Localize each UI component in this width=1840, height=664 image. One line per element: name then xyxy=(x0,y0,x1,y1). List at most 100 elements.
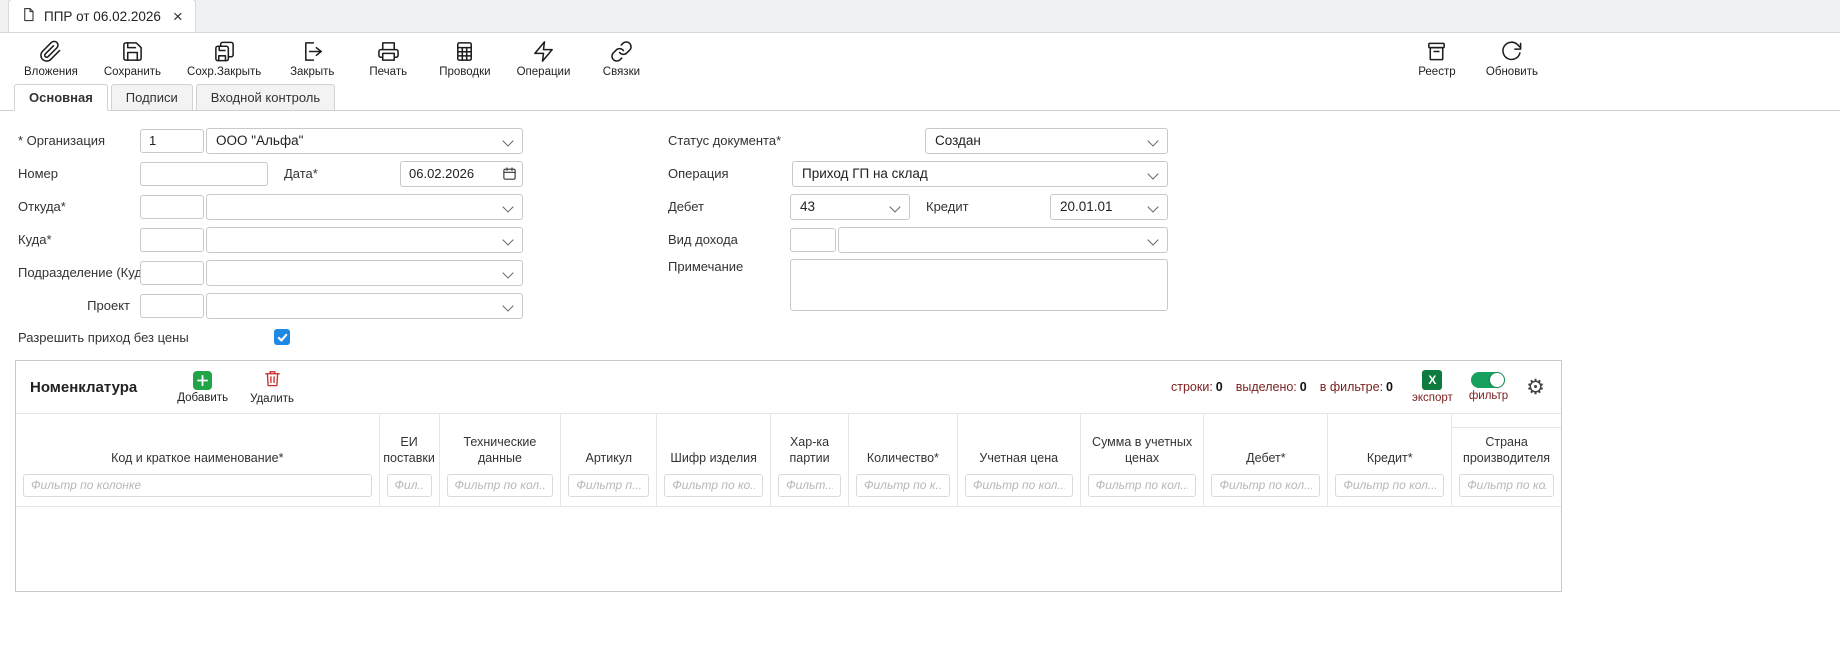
col-artikul: Артикул xyxy=(560,414,656,506)
filter-input-tehdannye[interactable] xyxy=(447,474,554,497)
debit-value: 43 xyxy=(800,199,815,214)
gear-icon[interactable] xyxy=(1526,377,1545,398)
division-code-input[interactable] xyxy=(140,261,204,285)
filter-input-shifr[interactable] xyxy=(664,474,763,497)
number-input[interactable] xyxy=(140,162,268,186)
filter-toggle[interactable] xyxy=(1471,372,1505,388)
filter-input-strana[interactable] xyxy=(1459,474,1554,497)
document-tabbar: ППР от 06.02.2026 × xyxy=(0,0,1840,33)
division-select[interactable] xyxy=(206,260,523,286)
chevron-down-icon xyxy=(889,201,900,212)
operation-label: Операция xyxy=(668,166,790,181)
save-close-button[interactable]: Сохр.Закрыть xyxy=(187,40,261,78)
income-type-label: Вид дохода xyxy=(668,232,790,247)
income-type-select[interactable] xyxy=(838,227,1168,253)
close-door-icon xyxy=(301,40,324,63)
app-window: ППР от 06.02.2026 × Вложения Сохранить xyxy=(0,0,1840,664)
credit-select[interactable]: 20.01.01 xyxy=(1050,194,1168,220)
organization-select[interactable]: ООО "Альфа" xyxy=(206,128,523,154)
column-header: Хар-ка партии xyxy=(771,414,848,471)
document-tab[interactable]: ППР от 06.02.2026 × xyxy=(8,0,196,32)
operation-select[interactable]: Приход ГП на склад xyxy=(792,161,1168,187)
close-label: Закрыть xyxy=(290,66,334,78)
registry-label: Реестр xyxy=(1418,66,1455,78)
ledger-grid-icon xyxy=(453,40,476,63)
allow-no-price-row: Разрешить приход без цены xyxy=(18,322,523,352)
organization-value: ООО "Альфа" xyxy=(216,133,303,148)
chevron-down-icon xyxy=(1147,234,1158,245)
allow-no-price-checkbox[interactable] xyxy=(274,329,290,345)
toggle-knob-icon xyxy=(1490,373,1504,387)
status-row: Статус документа* Создан xyxy=(668,124,1168,157)
filter-input-kolichestvo[interactable] xyxy=(856,474,950,497)
filter-input-harka[interactable] xyxy=(778,474,841,497)
filter-input-artikul[interactable] xyxy=(568,474,649,497)
col-debet: Дебет* xyxy=(1203,414,1327,506)
rows-counter: строки:0 xyxy=(1171,380,1223,394)
to-row: Куда* xyxy=(18,223,523,256)
from-code-input[interactable] xyxy=(140,195,204,219)
from-select[interactable] xyxy=(206,194,523,220)
filter-input-kod[interactable] xyxy=(23,474,372,497)
date-field xyxy=(400,161,523,187)
refresh-label: Обновить xyxy=(1486,66,1538,78)
close-button[interactable]: Закрыть xyxy=(287,40,337,78)
tab-vhodnoy-kontrol[interactable]: Входной контроль xyxy=(196,84,335,110)
tab-podpisi[interactable]: Подписи xyxy=(111,84,193,110)
table-body[interactable] xyxy=(16,507,1561,591)
close-tab-icon[interactable]: × xyxy=(173,8,183,25)
credit-value: 20.01.01 xyxy=(1060,199,1113,214)
tab-osnovnaya[interactable]: Основная xyxy=(14,84,108,111)
filter-input-cena[interactable] xyxy=(965,474,1073,497)
registry-button[interactable]: Реестр xyxy=(1412,40,1462,78)
link-icon xyxy=(610,40,633,63)
column-header: Технические данные xyxy=(440,414,561,471)
save-label: Сохранить xyxy=(104,66,161,78)
project-row: Проект xyxy=(18,289,523,322)
save-button[interactable]: Сохранить xyxy=(104,40,161,78)
operations-button[interactable]: Операции xyxy=(517,40,571,78)
filter-input-ei[interactable] xyxy=(387,474,432,497)
number-date-row: Номер Дата* xyxy=(18,157,523,190)
delete-row-label: Удалить xyxy=(250,393,294,405)
column-header: Шифр изделия xyxy=(657,414,770,471)
column-header: Учетная цена xyxy=(958,414,1080,471)
project-code-input[interactable] xyxy=(140,294,204,318)
chevron-down-icon xyxy=(502,300,513,311)
filter-toggle-label: фильтр xyxy=(1469,390,1508,402)
status-label: Статус документа* xyxy=(668,133,790,148)
links-button[interactable]: Связки xyxy=(596,40,646,78)
chevron-down-icon xyxy=(502,201,513,212)
from-label: Откуда* xyxy=(18,199,140,214)
add-row-button[interactable]: Добавить xyxy=(177,371,228,404)
form-left-column: * Организация ООО "Альфа" Номер Дата* xyxy=(18,124,523,352)
calendar-icon[interactable] xyxy=(502,166,517,181)
filter-input-kredit[interactable] xyxy=(1335,474,1444,497)
registry-icon xyxy=(1425,40,1448,63)
links-label: Связки xyxy=(603,66,640,78)
postings-button[interactable]: Проводки xyxy=(439,40,490,78)
nomenclature-panel: Номенклатура Добавить Удалить строки:0 xyxy=(15,360,1562,592)
filter-input-debet[interactable] xyxy=(1211,474,1320,497)
to-code-input[interactable] xyxy=(140,228,204,252)
organization-code-input[interactable] xyxy=(140,129,204,153)
delete-row-button[interactable]: Удалить xyxy=(250,369,294,405)
status-select[interactable]: Создан xyxy=(925,128,1168,154)
column-header: Кредит* xyxy=(1328,414,1451,471)
to-select[interactable] xyxy=(206,227,523,253)
filter-input-summa[interactable] xyxy=(1088,474,1197,497)
income-type-code-input[interactable] xyxy=(790,228,836,252)
income-type-row: Вид дохода xyxy=(668,223,1168,256)
selected-counter-value: 0 xyxy=(1300,380,1307,394)
note-textarea[interactable] xyxy=(790,259,1168,311)
attachments-button[interactable]: Вложения xyxy=(24,40,78,78)
col-kod-naimenovanie: Код и краткое наименование* xyxy=(16,414,379,506)
export-button[interactable]: X экспорт xyxy=(1412,370,1453,404)
print-button[interactable]: Печать xyxy=(363,40,413,78)
project-select[interactable] xyxy=(206,293,523,319)
col-kredit: Кредит* xyxy=(1327,414,1451,506)
col-ei-postavki: ЕИ поставки xyxy=(379,414,439,506)
debit-select[interactable]: 43 xyxy=(790,194,910,220)
refresh-button[interactable]: Обновить xyxy=(1486,40,1538,78)
chevron-down-icon xyxy=(502,267,513,278)
